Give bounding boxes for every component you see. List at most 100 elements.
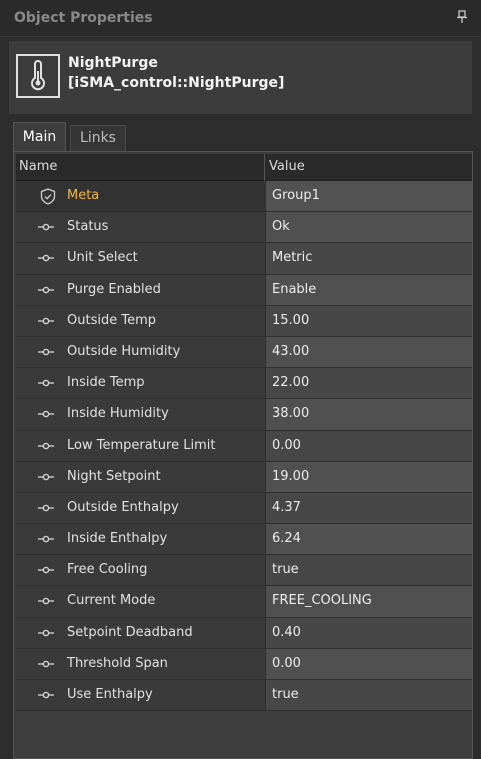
value-cell[interactable]: Ok — [265, 212, 472, 243]
table-row[interactable]: Use Enthalpy true — [16, 680, 472, 712]
table-row[interactable]: Outside Humidity 43.00 — [16, 336, 472, 369]
table-row[interactable]: Night Setpoint 19.00 — [16, 461, 472, 493]
object-name: NightPurge — [68, 55, 158, 71]
name-cell[interactable]: Inside Enthalpy — [16, 524, 265, 555]
column-header-name[interactable]: Name — [19, 159, 57, 174]
thermometer-icon — [16, 54, 60, 98]
name-cell[interactable]: Current Mode — [16, 586, 265, 617]
property-value[interactable]: 15.00 — [272, 313, 309, 328]
name-cell[interactable]: Inside Temp — [16, 368, 265, 399]
value-cell[interactable]: Metric — [265, 243, 472, 274]
table-row[interactable]: Low Temperature Limit 0.00 — [16, 430, 472, 462]
slot-connector-icon — [38, 348, 54, 356]
slot-connector-icon — [38, 317, 54, 325]
value-cell[interactable]: Enable — [265, 274, 472, 305]
table-row[interactable]: Purge Enabled Enable — [16, 274, 472, 306]
property-label: Outside Enthalpy — [67, 499, 179, 515]
name-cell[interactable]: Purge Enabled — [16, 274, 265, 305]
tab-main[interactable]: Main — [13, 122, 66, 152]
name-cell[interactable]: Threshold Span — [16, 648, 265, 679]
shield-check-icon — [40, 188, 56, 205]
property-label: Setpoint Deadband — [67, 624, 193, 640]
value-cell[interactable]: 15.00 — [265, 305, 472, 336]
table-row[interactable]: Free Cooling true — [16, 555, 472, 587]
table-row[interactable]: Status Ok — [16, 212, 472, 244]
name-cell[interactable]: Setpoint Deadband — [16, 617, 265, 648]
value-cell[interactable]: 22.00 — [265, 368, 472, 399]
slot-connector-icon — [38, 286, 54, 293]
property-value[interactable]: 19.00 — [272, 469, 309, 484]
slot-connector-icon — [38, 504, 54, 512]
property-value[interactable]: 4.37 — [272, 500, 301, 515]
table-row[interactable]: Threshold Span 0.00 — [16, 648, 472, 680]
name-cell[interactable]: Status — [16, 212, 265, 243]
property-label: Purge Enabled — [67, 281, 161, 297]
name-cell[interactable]: Outside Temp — [16, 305, 265, 336]
slot-connector-icon — [38, 691, 54, 699]
property-value[interactable]: 38.00 — [272, 406, 309, 421]
name-cell[interactable]: Unit Select — [16, 243, 265, 274]
property-value[interactable]: 0.00 — [272, 438, 301, 453]
value-cell[interactable]: 0.00 — [265, 648, 472, 679]
slot-connector-icon — [38, 629, 54, 636]
property-value[interactable]: true — [272, 687, 299, 702]
name-cell[interactable]: Night Setpoint — [16, 461, 265, 492]
slot-connector-icon — [38, 379, 54, 387]
property-value[interactable]: 0.00 — [272, 656, 301, 671]
property-value[interactable]: 0.40 — [272, 625, 301, 640]
name-cell[interactable]: Low Temperature Limit — [16, 430, 265, 461]
value-cell[interactable]: 0.40 — [265, 617, 472, 648]
property-value[interactable]: 43.00 — [272, 344, 309, 359]
value-cell[interactable]: 19.00 — [265, 461, 472, 492]
property-value[interactable]: 6.24 — [272, 531, 301, 546]
tab-links[interactable]: Links — [70, 125, 126, 152]
table-row[interactable]: Setpoint Deadband 0.40 — [16, 617, 472, 649]
name-cell[interactable]: Outside Humidity — [16, 336, 265, 368]
property-label: Low Temperature Limit — [67, 437, 216, 453]
value-cell[interactable]: Group1 — [265, 181, 472, 212]
value-cell[interactable]: true — [265, 680, 472, 711]
property-value[interactable]: 22.00 — [272, 375, 309, 390]
table-row[interactable]: Outside Temp 15.00 — [16, 305, 472, 337]
slot-connector-icon — [38, 255, 54, 262]
value-cell[interactable]: 0.00 — [265, 430, 472, 461]
name-cell[interactable]: Meta — [16, 181, 265, 212]
table-row[interactable]: Unit Select Metric — [16, 243, 472, 275]
name-cell[interactable]: Free Cooling — [16, 555, 265, 586]
slot-connector-icon — [38, 598, 54, 605]
property-label: Free Cooling — [67, 562, 148, 578]
property-label: Night Setpoint — [67, 468, 161, 484]
column-separator[interactable] — [264, 154, 265, 181]
pin-icon[interactable] — [455, 9, 469, 25]
property-value[interactable]: Metric — [272, 250, 312, 265]
property-value[interactable]: true — [272, 562, 299, 577]
table-row[interactable]: Meta Group1 — [16, 181, 472, 213]
value-cell[interactable]: 38.00 — [265, 399, 472, 430]
value-cell[interactable]: 4.37 — [265, 492, 472, 524]
property-value[interactable]: Group1 — [272, 188, 320, 203]
table-row[interactable]: Current Mode FREE_COOLING — [16, 586, 472, 618]
property-value[interactable]: Ok — [272, 219, 290, 234]
value-cell[interactable]: true — [265, 555, 472, 586]
value-cell[interactable]: FREE_COOLING — [265, 586, 472, 617]
property-label: Outside Temp — [67, 312, 156, 328]
slot-connector-icon — [38, 566, 54, 574]
slot-connector-icon — [38, 411, 54, 418]
table-row[interactable]: Outside Enthalpy 4.37 — [16, 492, 472, 525]
properties-panel: Name Value Meta Group1 Status Ok Unit Select… — [13, 151, 473, 759]
property-value[interactable]: Enable — [272, 282, 316, 297]
column-header-value[interactable]: Value — [269, 159, 305, 174]
slot-connector-icon — [38, 473, 54, 480]
name-cell[interactable]: Use Enthalpy — [16, 680, 265, 711]
slot-connector-icon — [38, 660, 54, 668]
table-row[interactable]: Inside Temp 22.00 — [16, 368, 472, 400]
table-row[interactable]: Inside Enthalpy 6.24 — [16, 524, 472, 556]
name-cell[interactable]: Outside Enthalpy — [16, 492, 265, 524]
name-cell[interactable]: Inside Humidity — [16, 399, 265, 430]
value-cell[interactable]: 43.00 — [265, 336, 472, 368]
property-label: Status — [67, 219, 109, 235]
property-label: Unit Select — [67, 250, 138, 266]
value-cell[interactable]: 6.24 — [265, 524, 472, 555]
table-row[interactable]: Inside Humidity 38.00 — [16, 399, 472, 431]
property-value[interactable]: FREE_COOLING — [272, 593, 372, 608]
